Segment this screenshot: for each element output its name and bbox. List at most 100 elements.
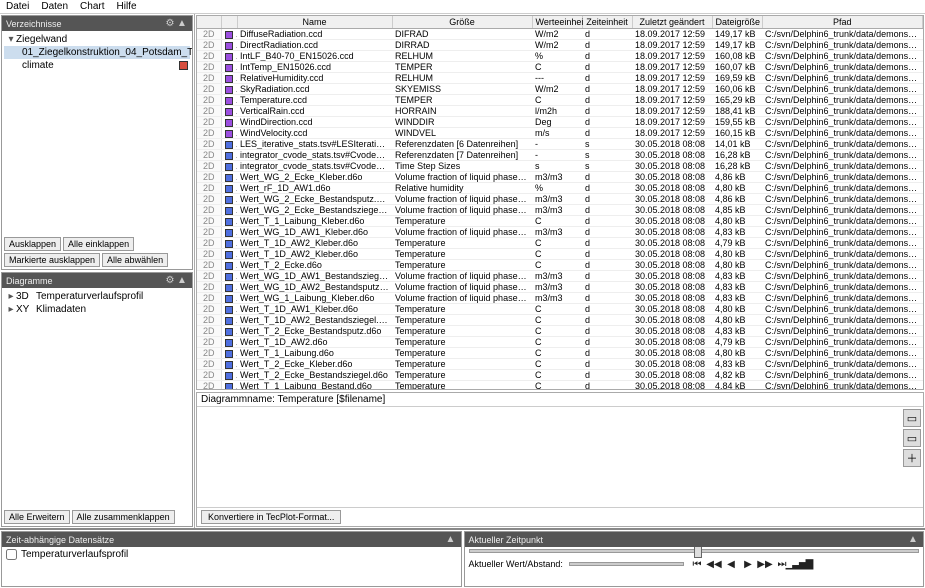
table-row[interactable]: 2DSkyRadiation.ccdSKYEMISSW/m2d18.09.201… [197,84,923,95]
btn-alle-zusammenklappen[interactable]: Alle zusammenklappen [72,510,175,524]
col-header-5[interactable]: Zeiteinheit [582,16,632,29]
chevron-right-icon[interactable]: ▸ [6,291,16,302]
table-row[interactable]: 2DWert_T_2_Ecke_Kleber.d6oTemperatureCd3… [197,359,923,370]
gear-icon[interactable]: ⚙ [164,18,176,29]
chart-preview: ▭ ▭ ＋ [197,407,923,507]
col-header-8[interactable]: Pfad [762,16,923,29]
tool-icon-1[interactable]: ▭ [903,409,921,427]
col-header-4[interactable]: Werteeinheit [532,16,582,29]
row-size: 4,86 kB [712,172,762,183]
table-row[interactable]: 2DWert_T_1D_AW2_Kleber.d6oTemperatureCd3… [197,238,923,249]
table-row[interactable]: 2DVerticalRain.ccdHORRAINl/m2hd18.09.201… [197,106,923,117]
table-row[interactable]: 2DWert_T_1D_AW2_Bestandsziegel.d6oTemper… [197,315,923,326]
table-row[interactable]: 2DWert_WG_1D_AW1_Bestandsziegel.d6oVolum… [197,271,923,282]
skip-start-icon[interactable]: ⏮ [690,557,704,571]
chevron-right-icon[interactable]: ▸ [6,304,16,315]
table-row[interactable]: 2DWert_T_1D_AW2_Kleber.d6oTemperatureCd3… [197,249,923,260]
row-zeiteinheit: d [582,62,632,73]
table-row[interactable]: 2DWert_T_1_Laibung_Bestand.d6oTemperatur… [197,381,923,391]
diagram-item-1[interactable]: ▸XYKlimadaten [4,303,190,316]
folder-tree[interactable]: ▾ Ziegelwand 01_Ziegelkonstruktion_04_Po… [2,31,192,235]
btn-export-tecplot[interactable]: Konvertiere in TecPlot-Format... [201,510,341,524]
diagram-tree[interactable]: ▸3DTemperaturverlaufsprofil▸XYKlimadaten [2,288,192,508]
collapse-icon[interactable]: ▲ [176,275,188,286]
col-header-0[interactable] [197,16,221,29]
table-row[interactable]: 2DDirectRadiation.ccdDIRRADW/m2d18.09.20… [197,40,923,51]
row-name: VerticalRain.ccd [237,106,392,117]
time-slider[interactable] [469,549,920,553]
btn-alle-erweitern[interactable]: Alle Erweitern [4,510,70,524]
value-slider[interactable] [569,562,684,566]
row-path: C:/svn/Delphin6_trunk/data/demonstration… [762,326,923,337]
table-row[interactable]: 2DIntLF_B40-70_EN15026.ccdRELHUM%d18.09.… [197,51,923,62]
row-groesse: RELHUM [392,73,532,84]
table-row[interactable]: 2DWert_T_1_Laibung_Kleber.d6oTemperature… [197,216,923,227]
play-icon[interactable]: ▶ [741,557,755,571]
slider-thumb[interactable] [694,547,702,558]
step-fwd-icon[interactable]: ▶▶ [758,557,772,571]
table-row[interactable]: 2DWert_T_1_Laibung.d6oTemperatureCd30.05… [197,348,923,359]
collapse-icon[interactable]: ▲ [445,534,457,545]
btn-alle-einklappen[interactable]: Alle einklappen [63,237,134,251]
col-header-3[interactable]: Größe [392,16,532,29]
tool-icon-2[interactable]: ▭ [903,429,921,447]
table-row[interactable]: 2DWert_WG_1D_AW2_Bestandsputz.d6oVolume … [197,282,923,293]
table-row[interactable]: 2DWert_WG_1_Laibung_Kleber.d6oVolume fra… [197,293,923,304]
checkbox-input[interactable] [6,549,17,560]
table-row[interactable]: 2DWindVelocity.ccdWINDVELm/sd18.09.2017 … [197,128,923,139]
tree-root[interactable]: ▾ Ziegelwand [4,33,190,46]
step-back-icon[interactable]: ◀◀ [707,557,721,571]
table-row[interactable]: 2Dintegrator_cvode_stats.tsv#CvodeCounte… [197,150,923,161]
btn-alle-abwaehlen[interactable]: Alle abwählen [102,253,168,267]
menu-daten[interactable]: Daten [41,1,68,12]
row-name: Wert_T_2_Ecke.d6o [237,260,392,271]
tree-item-1[interactable]: climate [4,59,190,72]
menu-chart[interactable]: Chart [80,1,104,12]
table-row[interactable]: 2DWindDirection.ccdWINDDIRDegd18.09.2017… [197,117,923,128]
file-table[interactable]: NameGrößeWerteeinheitZeiteinheitZuletzt … [196,15,924,390]
menu-datei[interactable]: Datei [6,1,29,12]
row-size: 4,83 kB [712,359,762,370]
btn-ausklappen[interactable]: Ausklappen [4,237,61,251]
row-werteeinheit: C [532,238,582,249]
speed-bars-icon[interactable]: ▁▃▅▇ [792,557,806,571]
table-row[interactable]: 2DDiffuseRadiation.ccdDIFRADW/m2d18.09.2… [197,29,923,40]
table-row[interactable]: 2Dintegrator_cvode_stats.tsv#CvodeStepSi… [197,161,923,172]
menu-hilfe[interactable]: Hilfe [117,1,137,12]
col-header-1[interactable] [221,16,237,29]
table-row[interactable]: 2DLES_iterative_stats.tsv#LESIterativeSt… [197,139,923,150]
diagram-name-value[interactable]: Temperature [$filename] [277,394,385,405]
table-row[interactable]: 2DWert_T_2_Ecke.d6oTemperatureCd30.05.20… [197,260,923,271]
row-name: Wert_T_1_Laibung_Kleber.d6o [237,216,392,227]
table-row[interactable]: 2DWert_WG_1D_AW1_Kleber.d6oVolume fracti… [197,227,923,238]
collapse-icon[interactable]: ▲ [176,18,188,29]
col-header-6[interactable]: Zuletzt geändert [632,16,712,29]
table-row[interactable]: 2DWert_rF_1D_AW1.d6oRelative humidity%d3… [197,183,923,194]
col-header-2[interactable]: Name [237,16,392,29]
table-row[interactable]: 2DWert_WG_2_Ecke_Bestandsziegel.d6oVolum… [197,205,923,216]
collapse-icon[interactable]: ▲ [907,534,919,545]
row-werteeinheit: m3/m3 [532,293,582,304]
table-row[interactable]: 2DWert_WG_2_Ecke_Kleber.d6oVolume fracti… [197,172,923,183]
row-path: C:/svn/Delphin6_trunk/data/demonstration… [762,271,923,282]
table-row[interactable]: 2DIntTemp_EN15026.ccdTEMPERCd18.09.2017 … [197,62,923,73]
chevron-down-icon[interactable]: ▾ [6,34,16,45]
table-row[interactable]: 2DWert_T_2_Ecke_Bestandsputz.d6oTemperat… [197,326,923,337]
col-header-7[interactable]: Dateigröße [712,16,762,29]
table-row[interactable]: 2DWert_T_1D_AW1_Kleber.d6oTemperatureCd3… [197,304,923,315]
table-row[interactable]: 2DWert_T_2_Ecke_Bestandsziegel.d6oTemper… [197,370,923,381]
gear-icon[interactable]: ⚙ [164,275,176,286]
checkbox-temperaturverlauf[interactable]: Temperaturverlaufsprofil [6,549,457,560]
table-row[interactable]: 2DRelativeHumidity.ccdRELHUM---d18.09.20… [197,73,923,84]
row-size: 4,84 kB [712,381,762,391]
table-row[interactable]: 2DWert_T_1D_AW2.d6oTemperatureCd30.05.20… [197,337,923,348]
tool-icon-3[interactable]: ＋ [903,449,921,467]
table-row[interactable]: 2DWert_WG_2_Ecke_Bestandsputz.d6oVolume … [197,194,923,205]
row-modified: 18.09.2017 12:59 [632,62,712,73]
row-name: integrator_cvode_stats.tsv#CvodeCounters [237,150,392,161]
play-back-icon[interactable]: ◀ [724,557,738,571]
diagram-item-0[interactable]: ▸3DTemperaturverlaufsprofil [4,290,190,303]
btn-markierte-ausklappen[interactable]: Markierte ausklappen [4,253,100,267]
tree-item-0[interactable]: 01_Ziegelkonstruktion_04_Potsdam_TRY [4,46,190,59]
table-row[interactable]: 2DTemperature.ccdTEMPERCd18.09.2017 12:5… [197,95,923,106]
